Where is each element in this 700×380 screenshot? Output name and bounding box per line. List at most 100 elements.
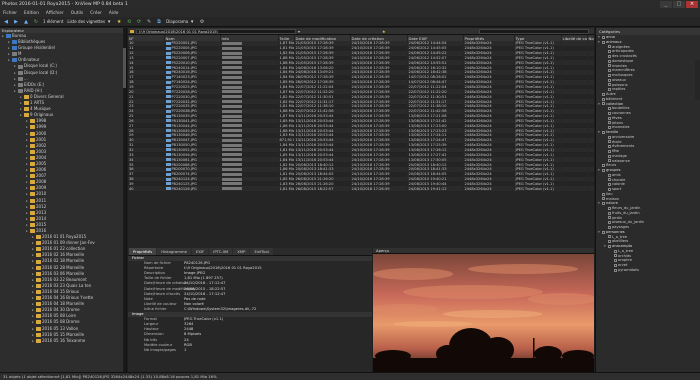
category-checkbox[interactable]: [608, 154, 611, 158]
expand-icon[interactable]: ▾: [598, 40, 601, 45]
category-checkbox[interactable]: [608, 107, 611, 111]
category-checkbox[interactable]: [602, 102, 605, 106]
category-checkbox[interactable]: [608, 50, 611, 54]
expand-icon[interactable]: ▸: [26, 228, 29, 234]
category-checkbox[interactable]: [614, 259, 617, 263]
expand-icon[interactable]: ▸: [20, 112, 23, 118]
menu-edition[interactable]: Edition: [24, 11, 39, 16]
table-row[interactable]: 40 P8240126.JPG 1,81 Mio 26/08/2015 18:22:5…: [128, 186, 594, 192]
category-checkbox[interactable]: [608, 206, 611, 210]
tab-histogramme[interactable]: Histogramme: [157, 248, 191, 255]
category-checkbox[interactable]: [602, 192, 605, 196]
category-checkbox[interactable]: [608, 59, 611, 63]
category-checkbox[interactable]: [608, 111, 611, 115]
category-checkbox[interactable]: [608, 88, 611, 92]
category-checkbox[interactable]: [602, 168, 605, 172]
category-checkbox[interactable]: [602, 202, 605, 206]
tool-button[interactable]: ✎: [146, 18, 152, 25]
category-checkbox[interactable]: [602, 164, 605, 168]
expand-icon[interactable]: ▾: [604, 244, 607, 249]
tab-exif[interactable]: EXIF: [191, 248, 209, 255]
category-checkbox[interactable]: [608, 187, 611, 191]
category-checkbox[interactable]: [608, 159, 611, 163]
category-checkbox[interactable]: [602, 197, 605, 201]
category-checkbox[interactable]: [608, 140, 611, 144]
category-checkbox[interactable]: [608, 126, 611, 130]
category-checkbox[interactable]: [608, 69, 611, 73]
dropdown-icon[interactable]: ▾: [298, 29, 300, 34]
category-checkbox[interactable]: [614, 263, 617, 267]
category-checkbox[interactable]: [614, 268, 617, 272]
category-checkbox[interactable]: [608, 216, 611, 220]
tab-exiftool[interactable]: ExifTool: [250, 248, 273, 255]
up-button[interactable]: ▲: [23, 18, 29, 25]
category-checkbox[interactable]: [608, 54, 611, 58]
menu-aide[interactable]: Aide: [109, 11, 119, 16]
category-checkbox[interactable]: [608, 178, 611, 182]
category-checkbox[interactable]: [602, 130, 605, 134]
expand-icon[interactable]: ▾: [598, 130, 601, 135]
maximize-button[interactable]: □: [673, 1, 685, 8]
category-checkbox[interactable]: [614, 254, 617, 258]
category-checkbox[interactable]: [608, 145, 611, 149]
search-input[interactable]: [479, 28, 589, 34]
expand-icon[interactable]: ▾: [598, 102, 601, 107]
tree-item[interactable]: ▸ 2016 05 16 Teixanme: [0, 338, 126, 344]
close-button[interactable]: ×: [686, 1, 698, 8]
expand-icon[interactable]: ▸: [14, 88, 17, 94]
category-checkbox[interactable]: [608, 240, 611, 244]
column-header[interactable]: Libellé de couleur: [561, 35, 588, 41]
rotate-right-button[interactable]: ⟳: [136, 18, 142, 25]
menu-affichier[interactable]: Affichier: [46, 11, 64, 16]
menu-fichier[interactable]: Fichier: [3, 11, 17, 16]
menu-outils[interactable]: Outils: [71, 11, 83, 16]
category-checkbox[interactable]: [608, 225, 611, 229]
category-item[interactable]: pyramidalis: [596, 268, 700, 273]
tab-xmp[interactable]: XMP: [233, 248, 250, 255]
minimize-button[interactable]: _: [660, 1, 672, 8]
selection-count[interactable]: 1 élément: [43, 18, 63, 25]
category-checkbox[interactable]: [608, 221, 611, 225]
category-checkbox[interactable]: [608, 64, 611, 68]
expand-icon[interactable]: ▾: [598, 201, 601, 206]
category-checkbox[interactable]: [608, 78, 611, 82]
category-checkbox[interactable]: [614, 249, 617, 253]
category-checkbox[interactable]: [608, 211, 611, 215]
expand-icon[interactable]: ▾: [598, 168, 601, 173]
expand-icon[interactable]: ▾: [598, 230, 601, 235]
rotate-left-button[interactable]: ⟲: [126, 18, 132, 25]
category-checkbox[interactable]: [608, 73, 611, 77]
filter-star-icon[interactable]: ★: [382, 29, 386, 34]
compare-button[interactable]: ⧉: [156, 18, 162, 25]
category-checkbox[interactable]: [608, 235, 611, 239]
category-checkbox[interactable]: [608, 121, 611, 125]
forward-button[interactable]: ▶: [13, 18, 19, 25]
category-checkbox[interactable]: [608, 83, 611, 87]
expand-icon[interactable]: ▸: [32, 338, 35, 344]
column-header[interactable]: Note: [587, 35, 594, 41]
refresh-button[interactable]: ↻: [33, 18, 39, 25]
category-checkbox[interactable]: [608, 116, 611, 120]
category-checkbox[interactable]: [602, 40, 605, 44]
tab-propri-t-s[interactable]: Propriétés: [129, 248, 157, 255]
category-checkbox[interactable]: [608, 183, 611, 187]
category-checkbox[interactable]: [602, 97, 605, 101]
category-checkbox[interactable]: [602, 35, 605, 39]
expand-icon[interactable]: ▸: [8, 57, 11, 63]
category-checkbox[interactable]: [608, 149, 611, 153]
side-tab-info[interactable]: [695, 60, 700, 100]
expand-icon[interactable]: ▸: [2, 33, 5, 39]
category-checkbox[interactable]: [608, 173, 611, 177]
category-checkbox[interactable]: [602, 230, 605, 234]
settings-button[interactable]: ⚙: [199, 18, 205, 25]
tree-scrollbar[interactable]: [123, 28, 126, 372]
path-input[interactable]: I:\9 Originaux\2016\2016 01 01 Roya2015\: [136, 28, 296, 34]
view-mode-button[interactable]: Liste des vignettes ▾: [67, 18, 112, 25]
slideshow-button[interactable]: Diaporama ▾: [166, 18, 195, 25]
tab-iptc-iim[interactable]: IPTC-IIM: [209, 248, 233, 255]
category-checkbox[interactable]: [602, 92, 605, 96]
back-button[interactable]: ◀: [3, 18, 9, 25]
category-checkbox[interactable]: [608, 135, 611, 139]
star-button[interactable]: ★: [116, 18, 122, 25]
menu-creer[interactable]: Créer: [90, 11, 102, 16]
